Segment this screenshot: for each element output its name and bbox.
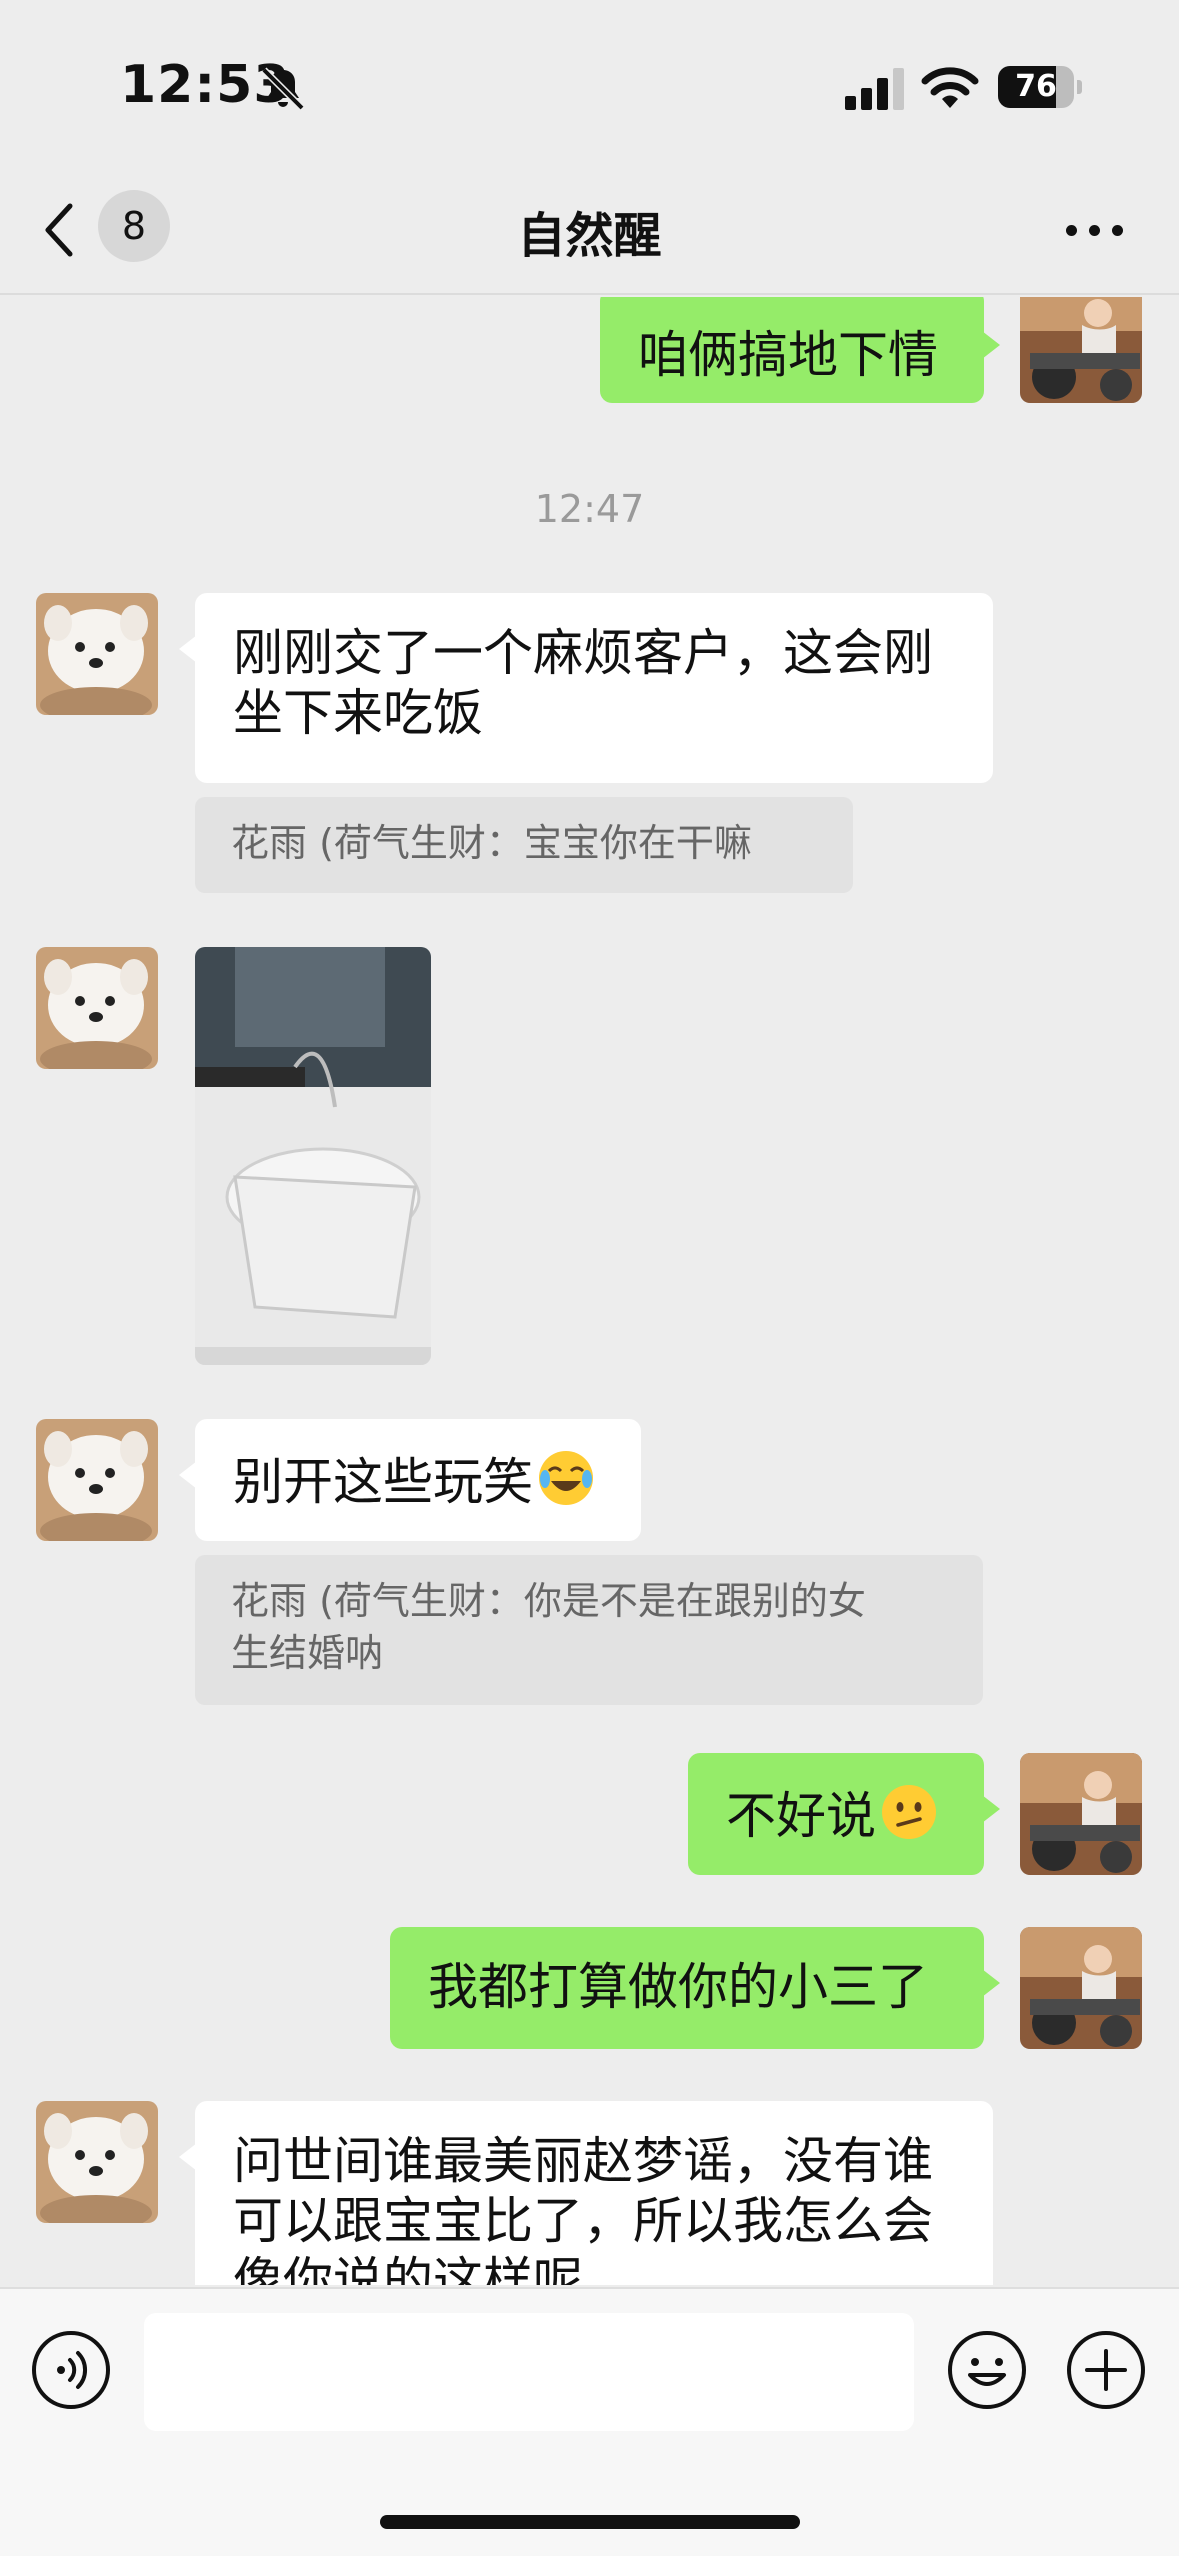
message-text-line: 刚刚交了一个麻烦客户，这会刚 bbox=[233, 624, 933, 682]
chat-screen: 12:53 76 8 自然醒 咱俩搞地下情 12:47 刚刚交了一个麻烦客户，这… bbox=[0, 0, 1179, 2556]
more-options-button[interactable] bbox=[1060, 210, 1130, 250]
back-button[interactable]: 8 bbox=[40, 190, 180, 270]
confused-face-emoji bbox=[882, 1785, 936, 1839]
message-text: 不好说 bbox=[726, 1787, 876, 1845]
avatar-contact[interactable] bbox=[36, 593, 158, 715]
message-list[interactable]: 咱俩搞地下情 12:47 刚刚交了一个麻烦客户，这会刚 坐下来吃饭 花雨 (荷气… bbox=[0, 297, 1179, 2285]
unread-count-badge: 8 bbox=[98, 190, 170, 262]
wifi-icon bbox=[921, 67, 979, 108]
message-text-line: 可以跟宝宝比了，所以我怎么会 bbox=[233, 2192, 933, 2250]
avatar-contact[interactable] bbox=[36, 2101, 158, 2223]
message-text: 别开这些玩笑 bbox=[233, 1453, 533, 1511]
bell-muted-icon bbox=[261, 67, 305, 111]
quote-text-line: 花雨 (荷气生财：你是不是在跟别的女 bbox=[231, 1579, 866, 1623]
message-input[interactable] bbox=[144, 2313, 914, 2431]
chevron-left-icon bbox=[45, 203, 73, 257]
emoji-picker-button[interactable] bbox=[946, 2329, 1028, 2411]
quote-text-line: 生结婚呐 bbox=[231, 1631, 384, 1675]
input-bar bbox=[0, 2287, 1179, 2556]
message-bubble-incoming[interactable]: 刚刚交了一个麻烦客户，这会刚 坐下来吃饭 bbox=[179, 593, 993, 783]
home-indicator[interactable] bbox=[380, 2515, 800, 2529]
battery-percent: 76 bbox=[1015, 69, 1057, 104]
status-bar: 12:53 76 bbox=[0, 0, 1179, 160]
chat-header: 8 自然醒 bbox=[0, 160, 1179, 295]
plus-icon bbox=[1067, 2331, 1145, 2409]
battery-indicator: 76 bbox=[998, 66, 1082, 108]
cellular-signal-icon bbox=[845, 68, 904, 110]
more-actions-button[interactable] bbox=[1065, 2329, 1147, 2411]
voice-input-button[interactable] bbox=[30, 2329, 112, 2411]
avatar-contact[interactable] bbox=[36, 947, 158, 1069]
avatar-contact[interactable] bbox=[36, 1419, 158, 1541]
message-text-line: 问世间谁最美丽赵梦谣，没有谁 bbox=[233, 2132, 933, 2190]
timestamp: 12:47 bbox=[534, 487, 645, 531]
smiley-icon bbox=[948, 2331, 1026, 2409]
quoted-reply[interactable]: 花雨 (荷气生财：宝宝你在干嘛 bbox=[195, 797, 853, 893]
voice-icon bbox=[32, 2331, 110, 2409]
message-text-line: 像你说的这样呢 bbox=[233, 2252, 583, 2285]
packed-lunch-photo[interactable] bbox=[195, 947, 431, 1365]
message-bubble-incoming[interactable]: 别开这些玩笑 bbox=[179, 1419, 641, 1541]
message-text: 我都打算做你的小三了 bbox=[428, 1958, 928, 2016]
quote-text: 花雨 (荷气生财：宝宝你在干嘛 bbox=[231, 821, 752, 865]
message-bubble-incoming[interactable]: 问世间谁最美丽赵梦谣，没有谁 可以跟宝宝比了，所以我怎么会 像你说的这样呢 bbox=[179, 2101, 993, 2285]
laughing-crying-emoji bbox=[539, 1451, 593, 1505]
avatar-self[interactable] bbox=[1020, 297, 1142, 403]
message-bubble-outgoing[interactable]: 咱俩搞地下情 bbox=[600, 297, 1000, 403]
message-text-line: 坐下来吃饭 bbox=[233, 684, 483, 742]
message-text: 咱俩搞地下情 bbox=[638, 326, 938, 384]
message-bubble-outgoing[interactable]: 我都打算做你的小三了 bbox=[390, 1927, 1000, 2049]
quoted-reply[interactable]: 花雨 (荷气生财：你是不是在跟别的女 生结婚呐 bbox=[195, 1555, 983, 1705]
message-bubble-outgoing[interactable]: 不好说 bbox=[688, 1753, 1000, 1875]
avatar-self[interactable] bbox=[1020, 1753, 1142, 1875]
avatar-self[interactable] bbox=[1020, 1927, 1142, 2049]
